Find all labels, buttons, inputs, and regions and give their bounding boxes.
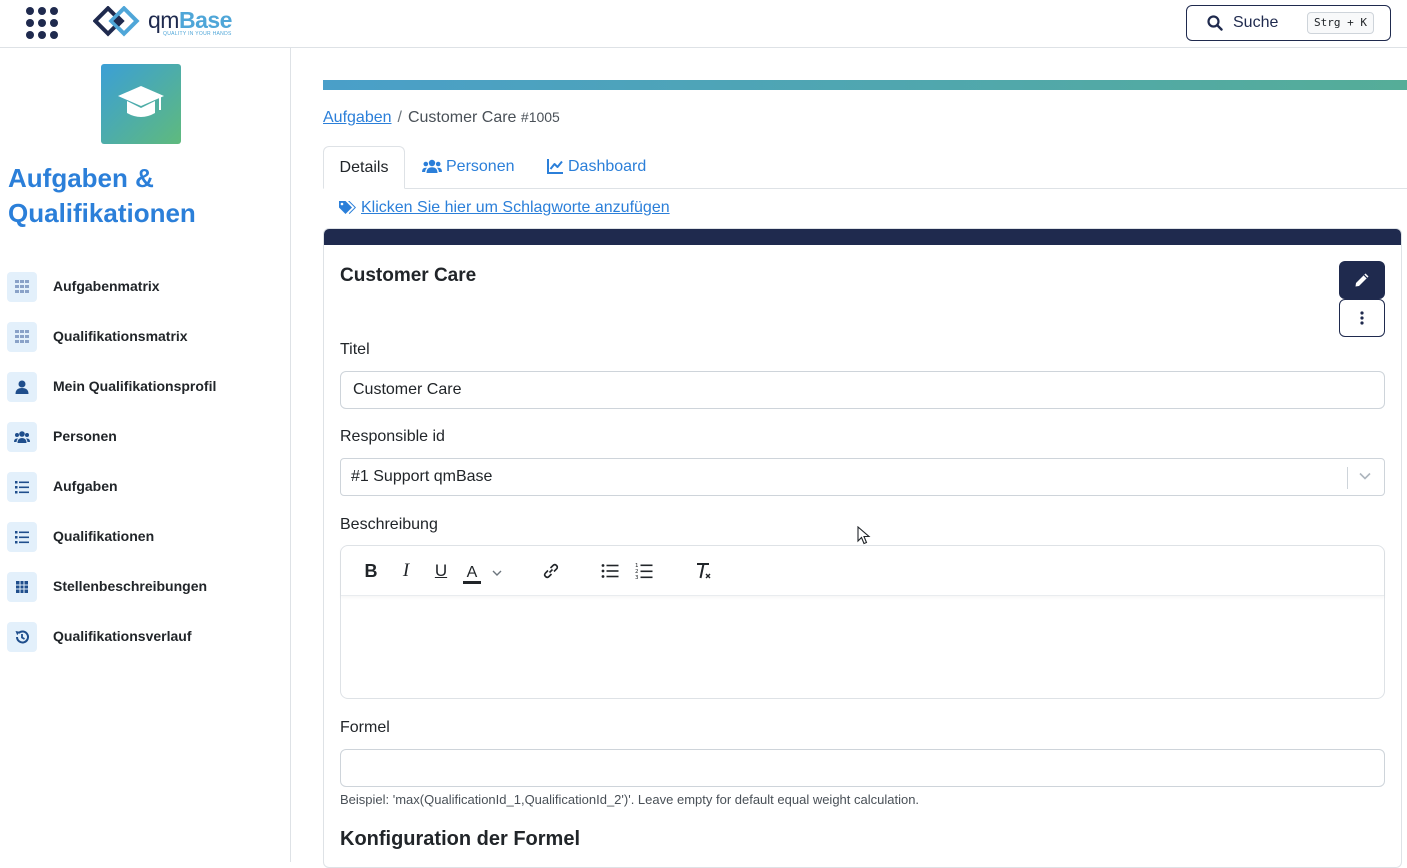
- edit-button[interactable]: [1339, 261, 1385, 299]
- card-header-bar: [324, 229, 1401, 245]
- sidebar-item-stellenbeschreibungen[interactable]: Stellenbeschreibungen: [0, 567, 290, 607]
- bold-icon[interactable]: B: [359, 559, 383, 583]
- sidebar-item-label: Mein Qualifikationsprofil: [53, 378, 217, 394]
- chevron-down-icon: [492, 570, 502, 576]
- search-button[interactable]: Suche Strg + K: [1186, 5, 1391, 41]
- clear-formatting-icon[interactable]: [692, 559, 716, 583]
- task-card: Customer Care Titel Responsible id #1 Su…: [323, 228, 1402, 868]
- select-divider: [1347, 467, 1348, 489]
- formula-input[interactable]: [340, 749, 1385, 787]
- search-icon: [1207, 15, 1223, 31]
- logo-mark-icon: [93, 6, 140, 37]
- add-tags-label: Klicken Sie hier um Schlagworte anzufüge…: [361, 199, 670, 216]
- breadcrumb-current: Customer Care #1005: [407, 109, 560, 126]
- breadcrumb: Aufgaben / Customer Care #1005: [323, 109, 560, 127]
- list-icon: [7, 472, 37, 502]
- card-title: Customer Care: [340, 265, 477, 286]
- numbered-list-icon[interactable]: 123: [632, 559, 656, 583]
- sidebar-item-label: Aufgabenmatrix: [53, 278, 160, 294]
- chevron-down-icon[interactable]: [1358, 471, 1372, 481]
- sidebar-item-aufgabenmatrix[interactable]: Aufgabenmatrix: [0, 267, 290, 307]
- tab-dashboard-label: Dashboard: [568, 158, 647, 175]
- history-icon: [7, 622, 37, 652]
- italic-icon[interactable]: I: [394, 559, 418, 583]
- sidebar-item-qualifikationsmatrix[interactable]: Qualifikationsmatrix: [0, 317, 290, 357]
- sidebar-item-label: Stellenbeschreibungen: [53, 578, 208, 594]
- bullet-list-icon[interactable]: [598, 559, 622, 583]
- matrix-icon: [7, 272, 37, 302]
- qmbase-logo[interactable]: qmBase QUALITY IN YOUR HANDS: [93, 5, 243, 41]
- users-icon: [422, 159, 442, 173]
- link-icon[interactable]: [539, 559, 563, 583]
- formula-hint: Beispiel: 'max(QualificationId_1,Qualifi…: [340, 792, 920, 807]
- graduation-cap-icon: [118, 86, 164, 117]
- search-shortcut: Strg + K: [1307, 12, 1374, 34]
- more-options-button[interactable]: [1339, 299, 1385, 337]
- sidebar-item-label: Qualifikationen: [53, 528, 155, 544]
- sidebar-item-personen[interactable]: Personen: [0, 417, 290, 457]
- responsible-select-value: #1 Support qmBase: [351, 468, 493, 485]
- sidebar-item-label: Qualifikationsmatrix: [53, 328, 188, 344]
- sidebar-item-label: Qualifikationsverlauf: [53, 628, 192, 644]
- breadcrumb-separator: /: [397, 109, 402, 126]
- search-label: Suche: [1233, 14, 1279, 31]
- tab-bar: Details Personen Dashboard: [323, 146, 1407, 189]
- matrix-icon: [7, 322, 37, 352]
- tab-dashboard[interactable]: Dashboard: [547, 146, 646, 189]
- logo-text: qmBase: [148, 7, 232, 33]
- formula-field-label: Formel: [340, 719, 390, 736]
- mouse-cursor-icon: [857, 526, 871, 545]
- description-field-label: Beschreibung: [340, 516, 438, 533]
- top-bar: qmBase QUALITY IN YOUR HANDS Suche Strg …: [0, 0, 1407, 48]
- line-chart-icon: [547, 159, 563, 174]
- sidebar: Aufgaben & Qualifikationen Aufgabenmatri…: [0, 48, 291, 862]
- tab-details-label: Details: [339, 159, 389, 176]
- editor-toolbar: B I U A 123: [341, 546, 1384, 596]
- title-input[interactable]: [340, 371, 1385, 409]
- description-editor: B I U A 123: [340, 545, 1385, 699]
- sidebar-item-label: Aufgaben: [53, 478, 118, 494]
- list-icon: [7, 522, 37, 552]
- pencil-icon: [1355, 273, 1369, 287]
- tab-details[interactable]: Details: [323, 146, 405, 189]
- title-field-label: Titel: [340, 341, 370, 358]
- responsible-select[interactable]: #1 Support qmBase: [340, 458, 1385, 496]
- sidebar-item-label: Personen: [53, 428, 117, 444]
- breadcrumb-link-aufgaben[interactable]: Aufgaben: [323, 109, 392, 126]
- sidebar-item-qualifikationen[interactable]: Qualifikationen: [0, 517, 290, 557]
- logo-tagline: QUALITY IN YOUR HANDS: [163, 31, 232, 37]
- sidebar-item-qualifikationsverlauf[interactable]: Qualifikationsverlauf: [0, 617, 290, 657]
- sidebar-item-aufgaben[interactable]: Aufgaben: [0, 467, 290, 507]
- apps-grid-icon[interactable]: [26, 7, 58, 39]
- description-editor-body[interactable]: [341, 596, 1384, 700]
- grid-icon: [7, 572, 37, 602]
- svg-text:3: 3: [635, 575, 639, 580]
- formula-config-heading: Konfiguration der Formel: [340, 828, 580, 850]
- underline-icon[interactable]: U: [429, 559, 453, 583]
- text-color-icon[interactable]: A: [463, 559, 507, 584]
- vertical-dots-icon: [1360, 311, 1364, 325]
- responsible-field-label: Responsible id: [340, 428, 445, 445]
- sidebar-item-mein-qualifikationsprofil[interactable]: Mein Qualifikationsprofil: [0, 367, 290, 407]
- progress-bar: [323, 80, 1407, 90]
- tab-personen[interactable]: Personen: [422, 146, 515, 189]
- users-icon: [7, 422, 37, 452]
- add-tags-link[interactable]: Klicken Sie hier um Schlagworte anzufüge…: [338, 199, 670, 217]
- tags-icon: [339, 201, 356, 214]
- tab-personen-label: Personen: [446, 158, 515, 175]
- module-title: Aufgaben & Qualifikationen: [8, 163, 196, 228]
- user-icon: [7, 372, 37, 402]
- module-icon: [101, 64, 181, 144]
